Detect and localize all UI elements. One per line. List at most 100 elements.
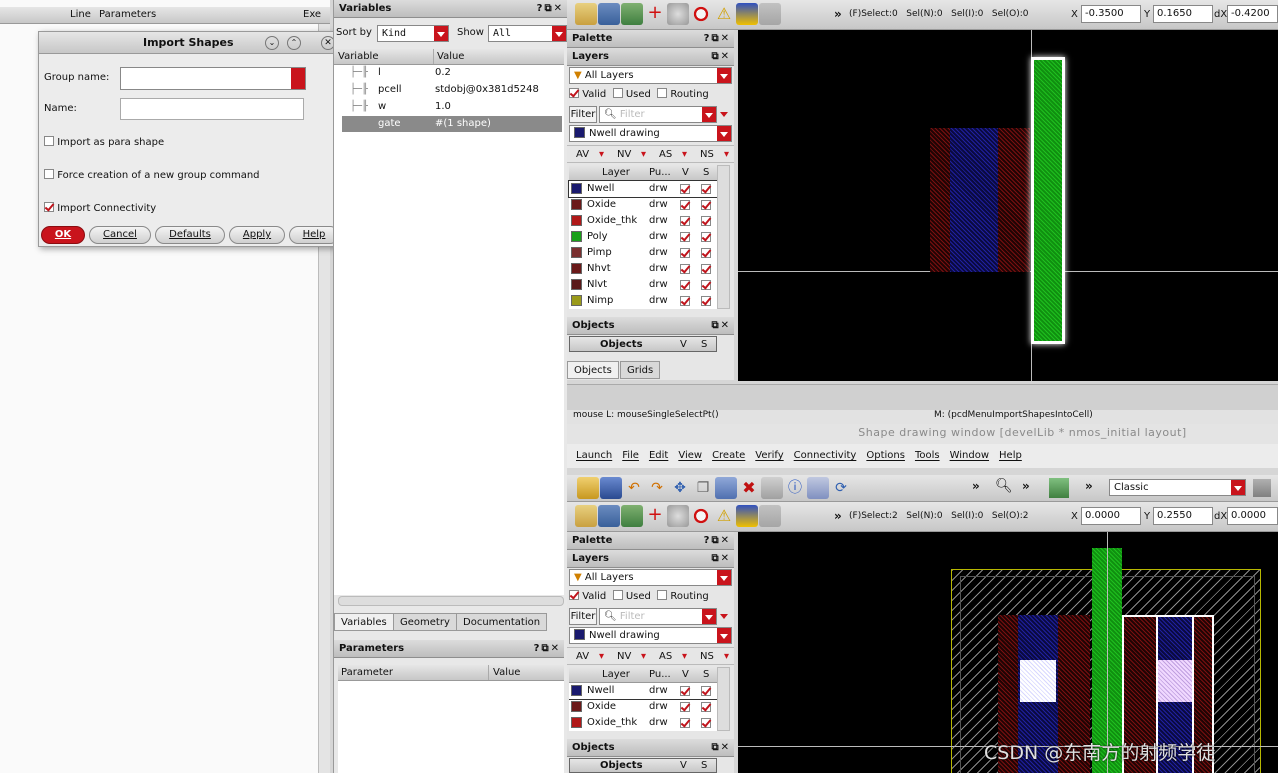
apply-button[interactable]: Apply bbox=[229, 226, 285, 244]
filter-dropdown-2-icon[interactable] bbox=[720, 614, 728, 619]
magnify-tool-2-icon[interactable] bbox=[667, 505, 689, 527]
layer-selectable-checkbox[interactable] bbox=[701, 686, 711, 696]
toolbar2-more-icon[interactable]: » bbox=[972, 479, 980, 493]
cancel-button[interactable]: Cancel bbox=[89, 226, 151, 244]
layer-row[interactable]: Poly drw bbox=[569, 229, 717, 245]
contact-right[interactable] bbox=[1158, 660, 1192, 702]
layer-row[interactable]: Oxide drw bbox=[569, 197, 717, 213]
as-button[interactable]: AS bbox=[659, 146, 672, 164]
marker-tool-icon[interactable] bbox=[736, 3, 758, 25]
objects-controls-icon[interactable]: ⧉✕ bbox=[711, 317, 731, 334]
layer-list-scrollbar[interactable] bbox=[717, 165, 730, 309]
filter-button-2[interactable]: Filter bbox=[569, 608, 597, 625]
sort-by-select[interactable]: Kind bbox=[377, 25, 449, 42]
ns-button[interactable]: NS bbox=[700, 146, 714, 164]
y-coordinate-field[interactable]: 0.1650 bbox=[1153, 5, 1213, 23]
menu-window[interactable]: Window bbox=[950, 450, 989, 461]
filter-button[interactable]: Filter bbox=[569, 106, 597, 123]
delete-icon[interactable]: ✖ bbox=[738, 477, 760, 499]
layer-row[interactable]: Oxide_thk drw bbox=[569, 213, 717, 229]
contact-left[interactable] bbox=[1020, 660, 1056, 702]
option-force-group[interactable]: Force creation of a new group command bbox=[44, 169, 260, 181]
toolbar-more-icon[interactable]: » bbox=[834, 7, 842, 21]
layers-controls-2-icon[interactable]: ⧉✕ bbox=[711, 550, 731, 567]
redo-icon[interactable]: ↷ bbox=[646, 477, 668, 499]
variable-row-l[interactable]: ├─╟ l 0.2 bbox=[334, 65, 564, 81]
layer-row[interactable]: Nwell drw bbox=[568, 180, 718, 198]
ns-button-2[interactable]: NS bbox=[700, 648, 714, 666]
menu-file[interactable]: File bbox=[622, 450, 639, 461]
used-checkbox[interactable] bbox=[612, 88, 623, 98]
all-layers-select[interactable]: ▼ All Layers bbox=[569, 67, 732, 84]
layer-visible-checkbox[interactable] bbox=[680, 264, 690, 274]
layer-visible-checkbox[interactable] bbox=[680, 184, 690, 194]
menu-verify[interactable]: Verify bbox=[755, 450, 783, 461]
routing-checkbox[interactable] bbox=[657, 88, 668, 98]
toolbar4-more-icon[interactable]: » bbox=[1085, 479, 1093, 493]
dialog-titlebar[interactable]: Import Shapes ⌄ ⌃ ✕ bbox=[39, 32, 341, 54]
toolbar3-more-icon[interactable]: » bbox=[1022, 479, 1030, 493]
menu-options[interactable]: Options bbox=[866, 450, 905, 461]
tab-geometry[interactable]: Geometry bbox=[393, 613, 457, 631]
info-icon[interactable]: ⓘ bbox=[784, 477, 806, 499]
workspace-icon[interactable] bbox=[1253, 479, 1271, 497]
layer-row[interactable]: Nimp drw bbox=[569, 293, 717, 309]
layer-visible-checkbox[interactable] bbox=[680, 280, 690, 290]
layer-visible-checkbox[interactable] bbox=[680, 296, 690, 306]
group-name-dropdown-arrow[interactable] bbox=[291, 68, 305, 89]
tab-grids[interactable]: Grids bbox=[620, 361, 661, 379]
checkbox-import-para[interactable] bbox=[44, 136, 54, 146]
select-tool-icon[interactable] bbox=[575, 3, 597, 25]
poly-gate-shape[interactable] bbox=[1031, 57, 1065, 344]
layer-row[interactable]: Pimp drw bbox=[569, 245, 717, 261]
pan-tool-2-icon[interactable] bbox=[598, 505, 620, 527]
layer-selectable-checkbox[interactable] bbox=[701, 184, 711, 194]
layer-selectable-checkbox[interactable] bbox=[701, 232, 711, 242]
menu-tools[interactable]: Tools bbox=[915, 450, 940, 461]
help-button[interactable]: Help bbox=[289, 226, 339, 244]
option-import-connectivity[interactable]: Import Connectivity bbox=[44, 202, 156, 214]
variable-row-w[interactable]: ├─╟ w 1.0 bbox=[334, 99, 564, 115]
open-icon[interactable] bbox=[577, 477, 599, 499]
layer-visible-checkbox[interactable] bbox=[680, 702, 690, 712]
marker-tool-2-icon[interactable] bbox=[736, 505, 758, 527]
edit-toolbar-more-icon[interactable]: » bbox=[834, 509, 842, 523]
undo-icon[interactable]: ↶ bbox=[623, 477, 645, 499]
bottom-layout-canvas[interactable] bbox=[738, 532, 1278, 773]
checkbox-import-connectivity[interactable] bbox=[44, 202, 54, 212]
parameters-controls-icon[interactable]: ?⧉✕ bbox=[534, 640, 561, 657]
warning-icon[interactable]: ⚠ bbox=[713, 3, 735, 25]
zoom-icon[interactable]: 🔍︎ bbox=[995, 478, 1013, 494]
tab-documentation[interactable]: Documentation bbox=[456, 613, 548, 631]
copy-icon[interactable]: ❐ bbox=[692, 477, 714, 499]
layers-controls-icon[interactable]: ⧉✕ bbox=[711, 48, 731, 65]
dx-coordinate-field[interactable]: -0.4200 bbox=[1227, 5, 1278, 23]
layer-visible-checkbox[interactable] bbox=[680, 200, 690, 210]
maximize-icon[interactable]: ⌃ bbox=[287, 36, 301, 50]
used-checkbox-2[interactable] bbox=[612, 590, 623, 600]
magnify-tool-icon[interactable] bbox=[667, 3, 689, 25]
layer-selectable-checkbox[interactable] bbox=[701, 248, 711, 258]
current-layer-select[interactable]: Nwell drawing bbox=[569, 125, 732, 142]
warning-2-icon[interactable]: ⚠ bbox=[713, 505, 735, 527]
crosshair-tool-icon[interactable]: + bbox=[644, 3, 666, 25]
filter-input-2[interactable]: 🔍︎ Filter bbox=[599, 608, 717, 625]
routing-checkbox-2[interactable] bbox=[657, 590, 668, 600]
nv-button-2[interactable]: NV bbox=[617, 648, 631, 666]
layer-row[interactable]: Nlvt drw bbox=[569, 277, 717, 293]
layer-row[interactable]: Nwell drw bbox=[569, 683, 717, 700]
menu-connectivity[interactable]: Connectivity bbox=[794, 450, 857, 461]
x-coordinate-field[interactable]: -0.3500 bbox=[1081, 5, 1141, 23]
option-import-para[interactable]: Import as para shape bbox=[44, 136, 164, 148]
filter-input[interactable]: 🔍︎ Filter bbox=[599, 106, 717, 123]
objects-controls-2-icon[interactable]: ⧉✕ bbox=[711, 739, 731, 756]
palette-controls-icon[interactable]: ?⧉✕ bbox=[704, 30, 731, 47]
filter-dropdown-icon[interactable] bbox=[720, 112, 728, 117]
layer-selectable-checkbox[interactable] bbox=[701, 216, 711, 226]
workspace-select[interactable]: Classic bbox=[1109, 479, 1246, 496]
av-button[interactable]: AV bbox=[576, 146, 589, 164]
stretch-icon[interactable] bbox=[715, 477, 737, 499]
layer-list-scrollbar-2[interactable] bbox=[717, 667, 730, 731]
nwell-shape[interactable] bbox=[950, 128, 998, 272]
layer-row[interactable]: Oxide_thk drw bbox=[569, 715, 717, 731]
